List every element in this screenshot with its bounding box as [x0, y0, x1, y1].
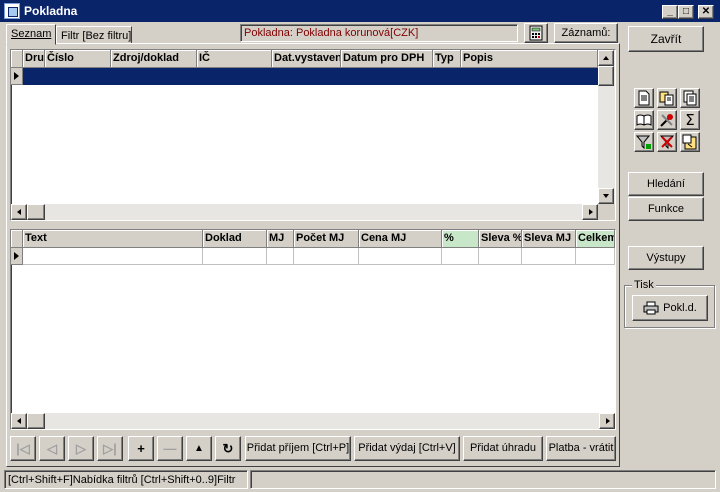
column-header[interactable]: Text: [23, 230, 203, 248]
column-header[interactable]: Doklad: [203, 230, 267, 248]
column-header[interactable]: %: [442, 230, 479, 248]
app-icon: [4, 3, 20, 19]
row-indicator: [11, 68, 23, 85]
title-bar[interactable]: Pokladna _ □ ✕: [0, 0, 720, 22]
column-header[interactable]: Dat.vystavení: [272, 50, 341, 68]
top-grid[interactable]: Dru Číslo Zdroj/doklad IČ Dat.vystavení …: [10, 49, 616, 221]
column-header[interactable]: Popis: [461, 50, 598, 68]
scroll-thumb[interactable]: [27, 204, 45, 220]
add-record-icon[interactable]: +: [128, 436, 154, 461]
last-record-icon[interactable]: ▷|: [97, 436, 123, 461]
calculator-button[interactable]: [524, 23, 548, 43]
column-header[interactable]: Sleva MJ: [522, 230, 576, 248]
column-header[interactable]: Celkem: [576, 230, 615, 248]
print-button-label: Pokl.d.: [663, 302, 697, 314]
column-header[interactable]: Typ: [433, 50, 461, 68]
print-cash-doc-button[interactable]: Pokl.d.: [632, 295, 708, 321]
table-cell[interactable]: [267, 248, 294, 265]
maximize-button[interactable]: □: [678, 5, 694, 19]
sum-icon[interactable]: Σ: [680, 110, 700, 130]
next-record-icon[interactable]: ▷: [68, 436, 94, 461]
column-header[interactable]: Dru: [23, 50, 45, 68]
column-header[interactable]: MJ: [267, 230, 294, 248]
calculator-icon: [529, 25, 543, 41]
scroll-right-icon[interactable]: [582, 204, 598, 220]
column-header[interactable]: Zdroj/doklad: [111, 50, 197, 68]
window-title: Pokladna: [24, 4, 78, 18]
delete-record-icon[interactable]: —: [157, 436, 183, 461]
document-icon[interactable]: [634, 88, 654, 108]
grid-corner: [11, 50, 23, 68]
tab-label: Filtr [Bez filtru]: [61, 30, 132, 42]
export-icon[interactable]: [680, 132, 700, 152]
column-header[interactable]: Počet MJ: [294, 230, 359, 248]
cash-desk-info: Pokladna: Pokladna korunová[CZK]: [240, 24, 518, 42]
print-group-label: Tisk: [632, 279, 656, 291]
table-cell[interactable]: [203, 248, 267, 265]
scroll-corner: [598, 204, 615, 220]
scroll-thumb[interactable]: [598, 66, 614, 86]
table-cell[interactable]: [294, 248, 359, 265]
table-cell[interactable]: [576, 248, 615, 265]
prev-record-icon[interactable]: ◁: [39, 436, 65, 461]
move-up-icon[interactable]: ▲: [186, 436, 212, 461]
close-form-button[interactable]: Zavřít: [628, 26, 704, 52]
row-indicator: [11, 248, 23, 265]
scroll-right-icon[interactable]: [599, 413, 615, 429]
table-cell[interactable]: [442, 248, 479, 265]
records-count-button[interactable]: Záznamů:: [554, 23, 618, 43]
table-cell[interactable]: [359, 248, 442, 265]
column-header[interactable]: IČ: [197, 50, 272, 68]
add-income-button[interactable]: Přidat příjem [Ctrl+P]: [245, 436, 351, 461]
pages-icon[interactable]: [680, 88, 700, 108]
table-cell[interactable]: [23, 248, 203, 265]
status-hint: [Ctrl+Shift+F]Nabídka filtrů [Ctrl+Shift…: [4, 470, 248, 489]
clear-filter-icon[interactable]: [657, 132, 677, 152]
table-row[interactable]: [23, 68, 598, 85]
book-icon[interactable]: [634, 110, 654, 130]
add-expense-button[interactable]: Přidat výdaj [Ctrl+V]: [354, 436, 460, 461]
tools-icon[interactable]: [657, 110, 677, 130]
functions-button[interactable]: Funkce: [628, 197, 704, 221]
tab-seznam[interactable]: Seznam: [6, 24, 56, 45]
payment-return-button[interactable]: Platba - vrátit: [546, 436, 616, 461]
printer-icon: [643, 301, 659, 315]
table-cell[interactable]: [479, 248, 522, 265]
column-header[interactable]: Cena MJ: [359, 230, 442, 248]
scroll-down-icon[interactable]: [598, 188, 614, 204]
filter-icon[interactable]: [634, 132, 654, 152]
column-header[interactable]: Datum pro DPH: [341, 50, 433, 68]
column-header[interactable]: Číslo: [45, 50, 111, 68]
tab-filtr[interactable]: Filtr [Bez filtru]: [56, 26, 132, 44]
scroll-left-icon[interactable]: [11, 413, 27, 429]
grid-corner: [11, 230, 23, 248]
top-grid-hscroll[interactable]: [11, 204, 598, 220]
tab-label: Seznam: [11, 28, 52, 40]
scroll-up-icon[interactable]: [598, 50, 614, 66]
bottom-grid[interactable]: Text Doklad MJ Počet MJ Cena MJ % Sleva …: [10, 229, 616, 430]
table-cell[interactable]: [522, 248, 576, 265]
status-panel: [250, 470, 716, 489]
minimize-button[interactable]: _: [662, 5, 678, 19]
top-grid-vscroll[interactable]: [598, 50, 615, 204]
refresh-icon[interactable]: ↻: [215, 436, 241, 461]
add-payment-button[interactable]: Přidat úhradu: [463, 436, 543, 461]
copy-docs-icon[interactable]: [657, 88, 677, 108]
close-button[interactable]: ✕: [698, 5, 714, 19]
column-header[interactable]: Sleva %: [479, 230, 522, 248]
outputs-button[interactable]: Výstupy: [628, 246, 704, 270]
bottom-grid-hscroll[interactable]: [11, 413, 615, 429]
search-button[interactable]: Hledání: [628, 172, 704, 196]
first-record-icon[interactable]: |◁: [10, 436, 36, 461]
scroll-left-icon[interactable]: [11, 204, 27, 220]
scroll-thumb[interactable]: [27, 413, 45, 429]
